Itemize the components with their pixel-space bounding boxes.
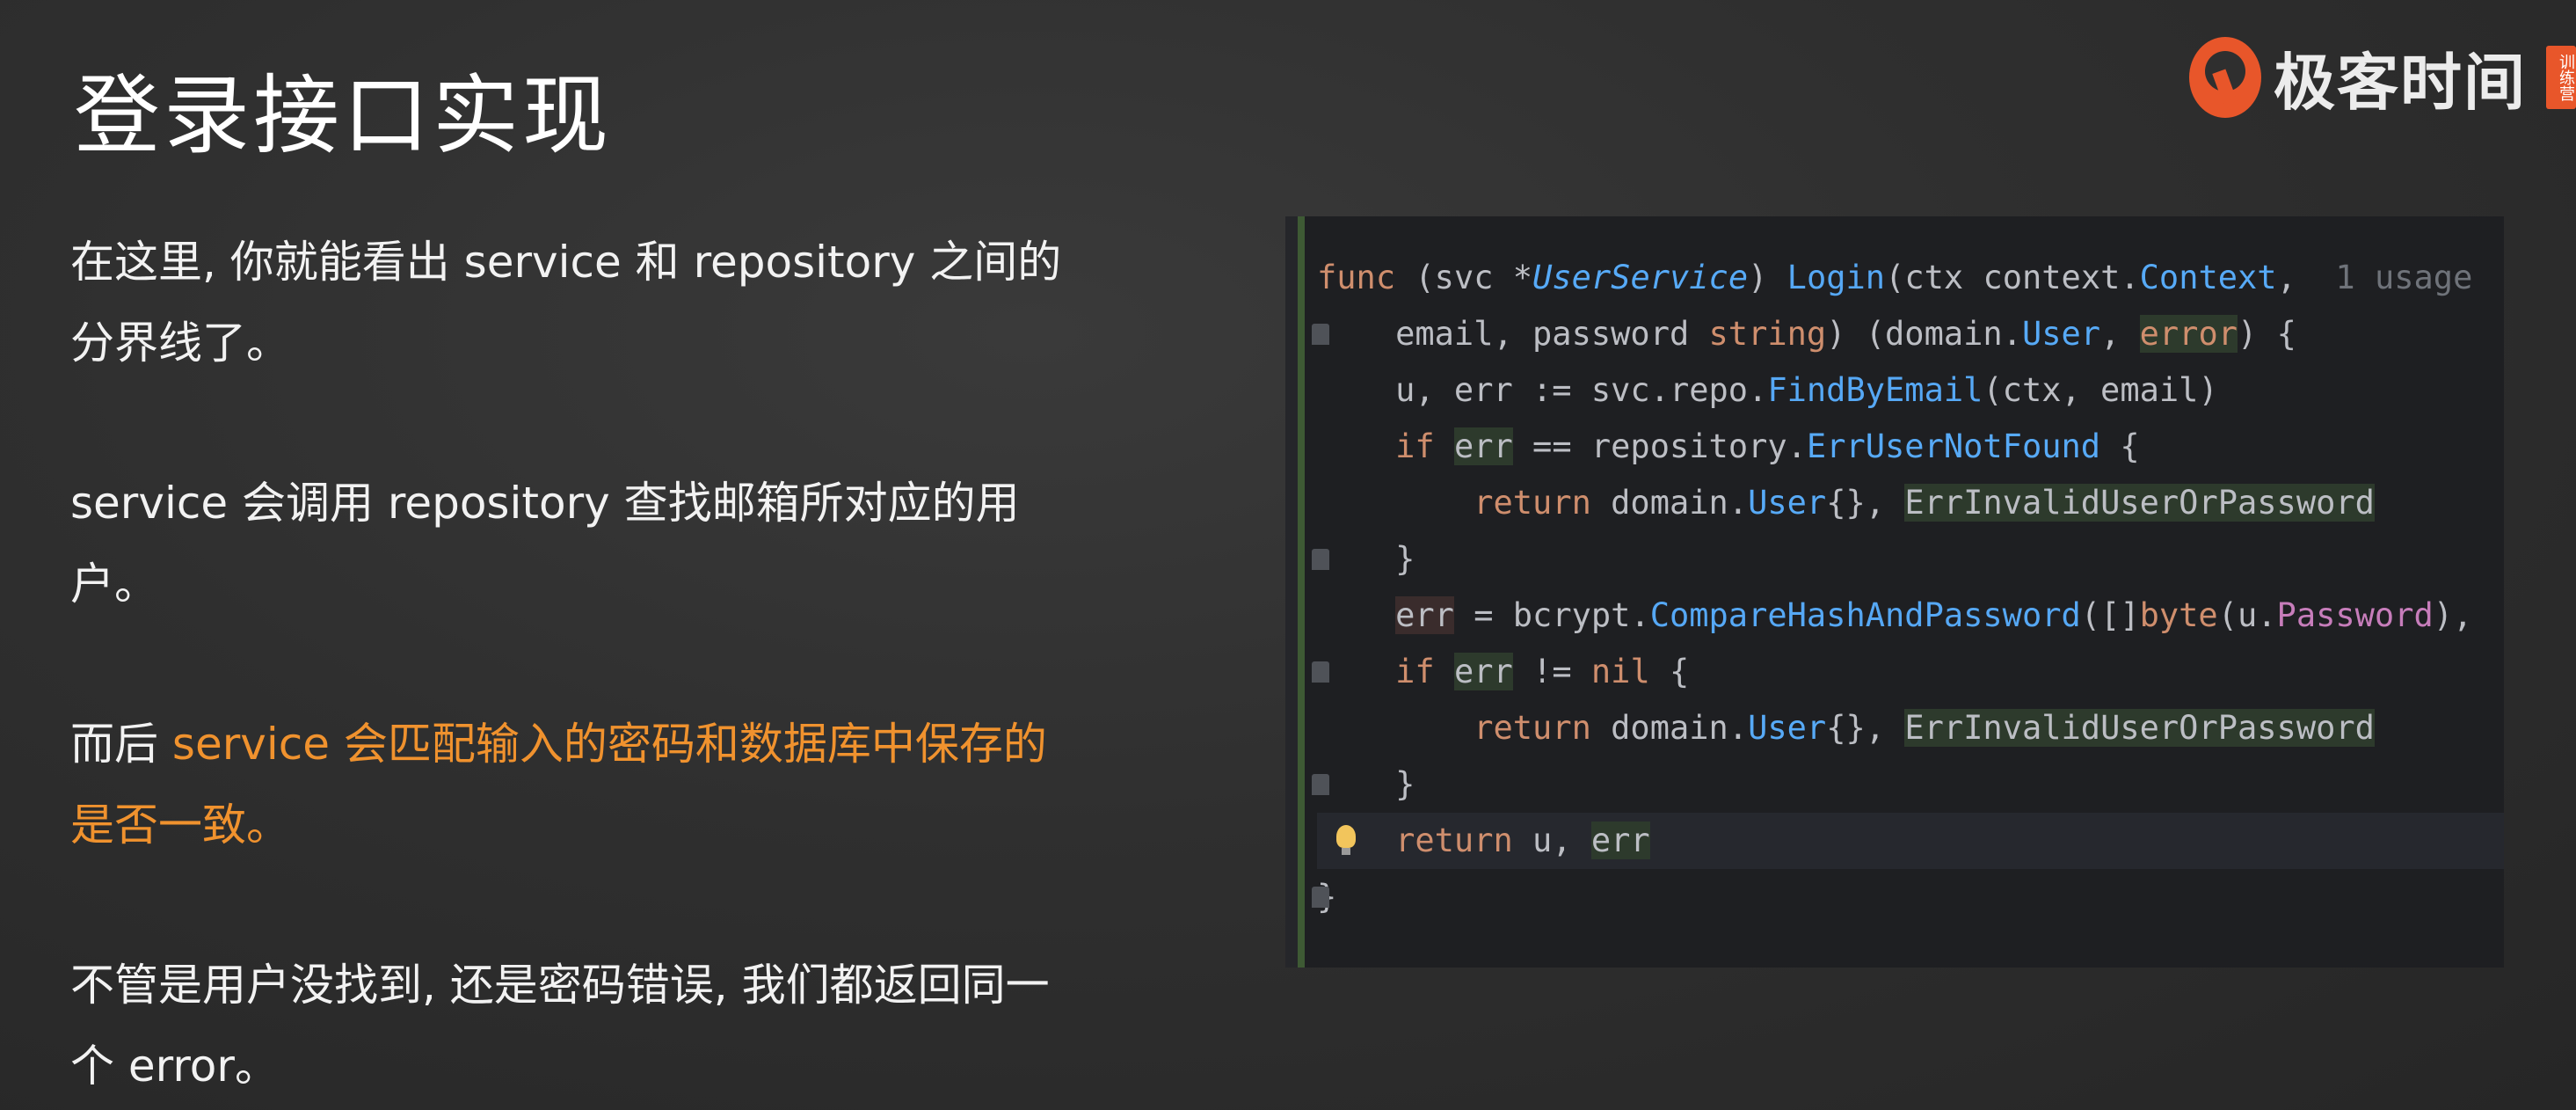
code-line-current[interactable]: return u, err xyxy=(1317,813,2504,869)
code-line[interactable]: } xyxy=(1312,756,2504,813)
lightbulb-icon[interactable] xyxy=(1336,825,1356,855)
code-line[interactable]: err = bcrypt.CompareHashAndPassword([]by… xyxy=(1317,588,2504,644)
code-line[interactable]: } xyxy=(1312,531,2504,588)
code-line[interactable]: if err == repository.ErrUserNotFound { xyxy=(1317,419,2504,475)
fold-marker-icon[interactable] xyxy=(1312,661,1329,683)
fold-marker-icon[interactable] xyxy=(1312,774,1329,795)
code-line[interactable]: u, err := svc.repo.FindByEmail(ctx, emai… xyxy=(1317,362,2504,419)
code-line[interactable]: return domain.User{}, ErrInvalidUserOrPa… xyxy=(1317,475,2504,531)
paragraph-compare-highlight: service 会匹配输入的密码和数据库中保存的是否一致。 xyxy=(70,719,1047,851)
paragraph-compare-prefix: 而后 xyxy=(70,719,172,770)
code-line[interactable]: if err != nil { xyxy=(1312,644,2504,700)
code-line[interactable]: } xyxy=(1312,869,2504,925)
change-marker-bar xyxy=(1298,216,1305,968)
code-line[interactable]: func (svc *UserService) Login(ctx contex… xyxy=(1317,250,2504,306)
fold-marker-icon[interactable] xyxy=(1312,887,1329,908)
slide-title: 登录接口实现 xyxy=(74,66,613,166)
paragraph-same-error: 不管是用户没找到, 还是密码错误, 我们都返回同一个 error。 xyxy=(70,960,1050,1092)
usage-hint[interactable]: 1 usage xyxy=(2335,259,2472,296)
brand-name: 极客时间 xyxy=(2274,46,2527,119)
code-line[interactable]: return domain.User{}, ErrInvalidUserOrPa… xyxy=(1317,700,2504,756)
brand-logo-icon xyxy=(2189,37,2261,118)
fold-marker-icon[interactable] xyxy=(1312,549,1329,570)
brand-tag: 训练营 xyxy=(2546,46,2576,109)
brand-logo: 极客时间 训练营 xyxy=(2189,33,2576,121)
code-editor[interactable]: func (svc *UserService) Login(ctx contex… xyxy=(1285,216,2504,968)
fold-marker-icon[interactable] xyxy=(1312,324,1329,345)
paragraph-compare: 而后 service 会匹配输入的密码和数据库中保存的是否一致。 xyxy=(70,704,1090,865)
paragraph-lookup: service 会调用 repository 查找邮箱所对应的用户。 xyxy=(70,478,1020,610)
paragraph-boundary: 在这里, 你就能看出 service 和 repository 之间的分界线了。 xyxy=(70,237,1062,369)
code-line[interactable]: email, password string) (domain.User, er… xyxy=(1312,306,2504,362)
